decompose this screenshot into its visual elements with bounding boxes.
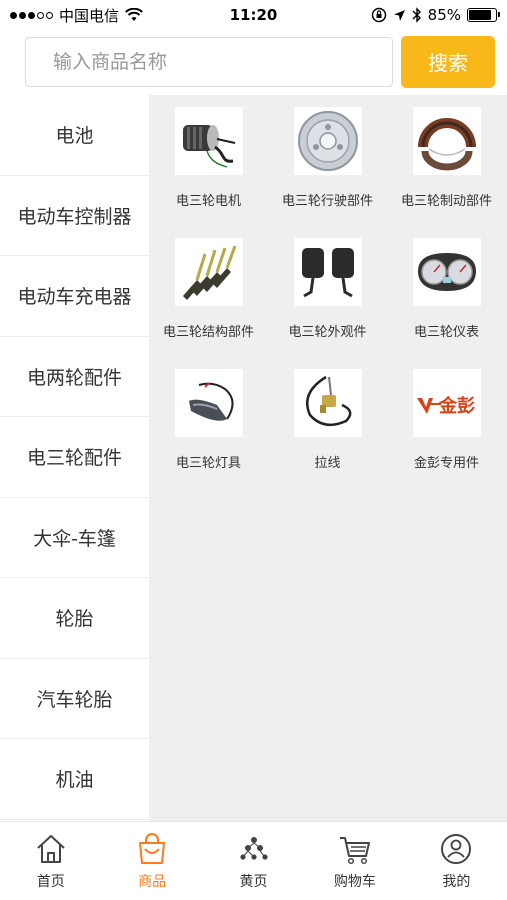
product-thumbnail[interactable] (412, 107, 481, 175)
tab-label: 首页 (36, 874, 65, 890)
brackets-icon (182, 245, 236, 300)
search-bar: 搜索 (0, 30, 507, 93)
product-item[interactable]: 电三轮仪表 (387, 238, 506, 369)
product-name: 电三轮仪表 (413, 325, 479, 340)
product-item[interactable]: 拉线 (268, 369, 387, 500)
tab-label: 黄页 (239, 874, 268, 890)
category-item-battery[interactable]: 电池 (0, 95, 149, 176)
mirrors-icon (301, 248, 354, 298)
tab-label: 商品 (138, 874, 167, 890)
product-item[interactable]: 电三轮灯具 (149, 369, 268, 500)
location-icon (393, 9, 405, 21)
product-panel: 电三轮电机 电三轮行驶部件 电三轮制动部件 电三轮结构部件 电三轮外观件 电三轮… (149, 95, 507, 821)
category-item-car-tires[interactable]: 汽车轮胎 (0, 658, 149, 739)
product-name: 电三轮行驶部件 (281, 194, 373, 209)
svg-text:金彭: 金彭 (438, 395, 475, 417)
product-name: 金彭专用件 (413, 456, 479, 471)
turn-signal-icon (188, 382, 233, 421)
status-right: 85% (371, 6, 500, 24)
category-sidebar: 电池 电动车控制器 电动车充电器 电两轮配件 电三轮配件 大伞-车篷 轮胎 汽车… (0, 95, 149, 821)
tab-home[interactable]: 首页 (0, 822, 101, 900)
wheel-rim-icon (297, 111, 358, 171)
product-item[interactable]: 电三轮外观件 (268, 238, 387, 369)
home-icon (37, 835, 65, 863)
product-item[interactable]: 电三轮制动部件 (387, 107, 506, 238)
search-input[interactable] (25, 36, 393, 87)
tab-products[interactable]: 商品 (101, 822, 202, 900)
battery-icon (467, 8, 500, 22)
category-item-charger[interactable]: 电动车充电器 (0, 256, 149, 337)
product-name: 电三轮外观件 (288, 325, 367, 340)
yellow-pages-icon (239, 837, 268, 860)
tab-label: 购物车 (333, 874, 376, 890)
cart-icon (339, 837, 370, 865)
status-left: 中国电信 (10, 5, 143, 26)
product-thumbnail[interactable] (293, 107, 362, 175)
product-thumbnail[interactable] (412, 238, 481, 306)
product-item[interactable]: 金彭 金彭专用件 (387, 369, 506, 500)
status-bar: 中国电信 11:20 85% (0, 0, 507, 30)
product-thumbnail[interactable] (293, 369, 362, 437)
category-item-tricycle-parts[interactable]: 电三轮配件 (0, 417, 149, 498)
carrier-name: 中国电信 (59, 6, 120, 25)
battery-percent: 85% (427, 6, 461, 24)
brake-shoe-icon (417, 118, 476, 171)
tab-label: 我的 (442, 874, 471, 890)
tab-profile[interactable]: 我的 (406, 822, 507, 900)
product-item[interactable]: 电三轮行驶部件 (268, 107, 387, 238)
product-thumbnail[interactable] (174, 238, 243, 306)
signal-strength-icon (10, 11, 53, 19)
product-item[interactable]: 电三轮结构部件 (149, 238, 268, 369)
product-thumbnail[interactable]: 金彭 (412, 369, 481, 437)
category-item-canopy[interactable]: 大伞-车篷 (0, 497, 149, 578)
orientation-lock-icon (371, 7, 386, 23)
product-item[interactable]: 电三轮电机 (149, 107, 268, 238)
product-name: 电三轮制动部件 (400, 194, 492, 209)
category-item-two-wheeler-parts[interactable]: 电两轮配件 (0, 336, 149, 417)
tab-cart[interactable]: 购物车 (304, 822, 405, 900)
tab-yellow-pages[interactable]: 黄页 (203, 822, 304, 900)
product-name: 电三轮电机 (175, 194, 241, 209)
shopping-bag-icon (139, 833, 166, 864)
wifi-icon (125, 8, 143, 21)
product-name: 拉线 (314, 456, 341, 471)
dashboard-gauge-icon (417, 253, 476, 291)
bottom-tab-bar: 首页 商品 黄页 购物车 我的 (0, 821, 507, 900)
product-name: 电三轮结构部件 (162, 325, 254, 340)
product-grid: 电三轮电机 电三轮行驶部件 电三轮制动部件 电三轮结构部件 电三轮外观件 电三轮… (149, 95, 507, 500)
product-name: 电三轮灯具 (175, 456, 241, 471)
jinpeng-logo: 金彭 (416, 395, 475, 417)
category-item-tires[interactable]: 轮胎 (0, 578, 149, 659)
category-item-engine-oil[interactable]: 机油 (0, 739, 149, 820)
product-thumbnail[interactable] (293, 238, 362, 306)
cable-icon (305, 375, 351, 427)
product-thumbnail[interactable] (174, 107, 243, 175)
profile-icon (441, 834, 472, 864)
product-thumbnail[interactable] (174, 369, 243, 437)
category-item-controller[interactable]: 电动车控制器 (0, 175, 149, 256)
bluetooth-icon (412, 7, 421, 23)
motor-icon (182, 125, 235, 168)
search-button[interactable]: 搜索 (401, 35, 495, 88)
